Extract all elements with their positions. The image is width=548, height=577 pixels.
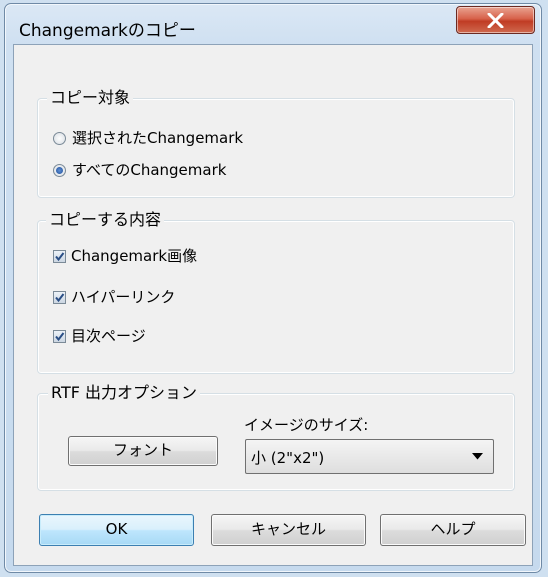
cancel-button[interactable]: キャンセル [211, 514, 366, 546]
font-button-label: フォント [112, 441, 173, 459]
checkbox-checked-icon[interactable] [53, 249, 66, 263]
window-title: Changemarkのコピー [19, 21, 196, 41]
font-button[interactable]: フォント [68, 436, 218, 466]
help-button[interactable]: ヘルプ [380, 514, 526, 546]
radio-selected-changemark[interactable]: 選択されたChangemark [53, 128, 243, 148]
copy-content-legend: コピーする内容 [46, 209, 165, 231]
checkbox-label: Changemark画像 [71, 247, 198, 265]
radio-label: すべてのChangemark [72, 161, 227, 179]
radio-label: 選択されたChangemark [72, 129, 244, 147]
checkbox-checked-icon[interactable] [53, 329, 66, 343]
checkbox-label: 目次ページ [71, 327, 146, 345]
rtf-options-legend: RTF 出力オプション [48, 382, 201, 404]
radio-all-changemark[interactable]: すべてのChangemark [53, 160, 226, 180]
image-size-select[interactable]: 小 (2"x2") [245, 439, 494, 474]
copy-content-group: コピーする内容 Changemark画像 ハイパーリンク 目次ページ [37, 209, 515, 374]
close-x-icon [487, 13, 504, 28]
checkbox-toc-page[interactable]: 目次ページ [53, 326, 146, 346]
close-button[interactable] [456, 6, 535, 34]
ok-button-label: OK [105, 520, 128, 538]
ok-button[interactable]: OK [39, 514, 194, 546]
checkbox-label: ハイパーリンク [71, 288, 176, 306]
rtf-options-group: RTF 出力オプション イメージのサイズ: フォント 小 (2"x2") [37, 382, 515, 491]
copy-target-group: コピー対象 選択されたChangemark すべてのChangemark [37, 87, 515, 198]
radio-button-checked-icon[interactable] [53, 163, 66, 177]
checkbox-changemark-image[interactable]: Changemark画像 [53, 246, 197, 266]
checkbox-checked-icon[interactable] [53, 290, 66, 304]
image-size-label: イメージのサイズ: [244, 416, 369, 434]
checkbox-hyperlink[interactable]: ハイパーリンク [53, 287, 175, 307]
title-bar[interactable]: Changemarkのコピー [5, 4, 541, 48]
help-button-label: ヘルプ [430, 520, 476, 538]
radio-button-icon[interactable] [53, 131, 66, 145]
chevron-down-icon [472, 453, 483, 460]
copy-target-legend: コピー対象 [47, 87, 134, 109]
cancel-button-label: キャンセル [250, 520, 326, 538]
image-size-value: 小 (2"x2") [251, 449, 325, 467]
